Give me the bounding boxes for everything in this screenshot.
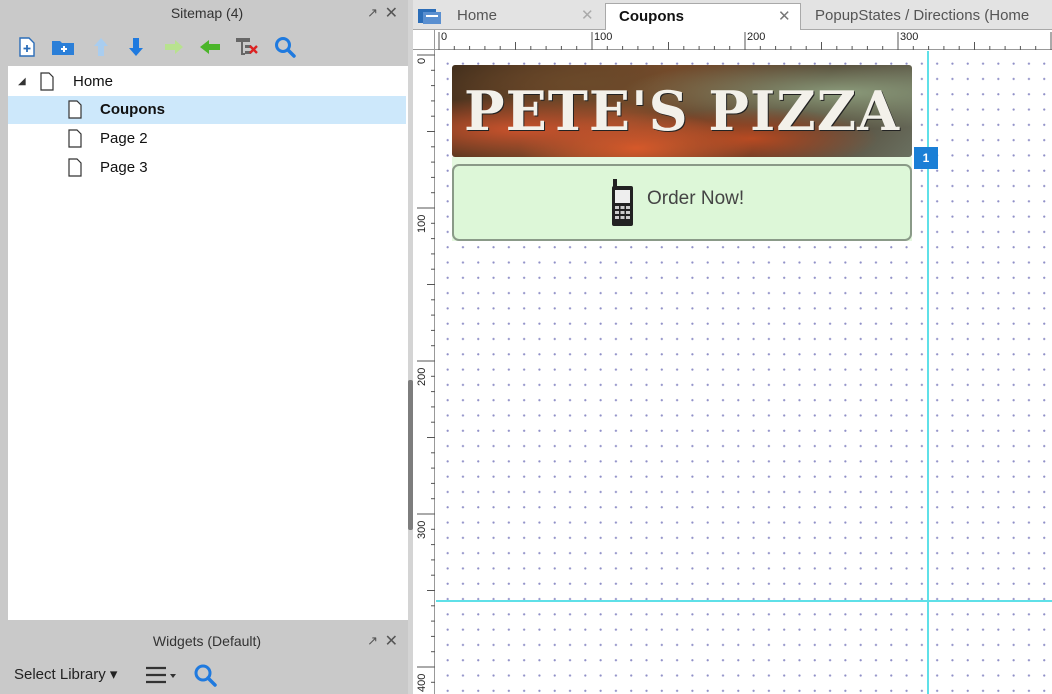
add-page-icon[interactable]: [14, 34, 40, 60]
tree-item-label: Coupons: [100, 101, 165, 118]
sitemap-title: Sitemap (4): [170, 5, 244, 21]
outdent-icon[interactable]: [197, 34, 223, 60]
tab-label: Home: [457, 7, 498, 24]
tree-item-home[interactable]: ◢ Home: [8, 68, 406, 96]
expand-triangle-icon[interactable]: ◢: [18, 76, 26, 87]
horizontal-ruler: 0 100 200 300: [435, 30, 1052, 50]
tree-item-label: Home: [73, 73, 114, 90]
horizontal-guide[interactable]: [436, 600, 1052, 602]
ruler-label: 400: [416, 673, 428, 692]
pin-icon[interactable]: ↗: [367, 5, 378, 21]
vertical-ruler: 0 100 200 300 400: [413, 50, 435, 694]
close-icon[interactable]: ✕: [581, 6, 594, 24]
ruler-label: 0: [416, 57, 428, 64]
close-icon[interactable]: ✕: [778, 7, 791, 25]
left-pane: Sitemap (4) ↗ ✕ ◢ Home Coupons Page 2 Pa…: [6, 0, 408, 694]
ruler-label: 0: [441, 31, 448, 43]
order-now-button[interactable]: Order Now!: [452, 164, 912, 241]
delete-icon[interactable]: [234, 34, 260, 60]
interaction-marker-badge[interactable]: 1: [914, 147, 938, 169]
close-icon[interactable]: ✕: [385, 631, 398, 651]
tree-item-page-3[interactable]: Page 3: [8, 154, 406, 182]
ruler-ticks: [438, 32, 1052, 50]
sitemap-toolbar: [6, 30, 408, 64]
design-area: Home ✕ Coupons ✕ PopupStates / Direction…: [413, 0, 1052, 694]
pin-icon[interactable]: ↗: [367, 633, 378, 649]
page-icon: [68, 100, 82, 119]
ruler-label: 100: [416, 214, 428, 233]
tab-popupstates-directions[interactable]: PopupStates / Directions (Home: [805, 3, 1052, 30]
ruler-label: 300: [900, 31, 919, 43]
search-icon[interactable]: [192, 662, 218, 688]
move-up-icon[interactable]: [88, 34, 114, 60]
order-now-label: Order Now!: [647, 188, 745, 209]
ruler-label: 300: [416, 520, 428, 539]
pizza-banner-image[interactable]: PETE'S PIZZA: [452, 65, 912, 157]
page-tab-bar: Home ✕ Coupons ✕ PopupStates / Direction…: [413, 0, 1052, 31]
tree-item-page-2[interactable]: Page 2: [8, 125, 406, 153]
move-down-icon[interactable]: [123, 34, 149, 60]
widgets-library-bar: Select Library ▾: [6, 656, 408, 692]
indent-icon[interactable]: [161, 34, 187, 60]
ruler-corner: [413, 30, 435, 50]
widgets-header: Widgets (Default) ↗ ✕: [6, 628, 408, 656]
page-icon: [68, 158, 82, 177]
tree-item-coupons[interactable]: Coupons: [8, 96, 406, 124]
page-icon: [68, 129, 82, 148]
page-canvas[interactable]: PETE'S PIZZA Order Now! 1: [436, 51, 1052, 694]
page-icon: [40, 72, 54, 91]
tab-label: PopupStates / Directions (Home: [815, 7, 1030, 24]
banner-title: PETE'S PIZZA: [463, 79, 901, 143]
hamburger-menu-icon[interactable]: [144, 664, 178, 686]
search-icon[interactable]: [272, 34, 298, 60]
tab-label: Coupons: [619, 8, 684, 25]
tab-home[interactable]: Home ✕: [447, 3, 603, 30]
ruler-label: 200: [747, 31, 766, 43]
close-icon[interactable]: ✕: [385, 3, 398, 23]
select-library-dropdown[interactable]: Select Library ▾: [14, 665, 117, 683]
select-library-label: Select Library: [14, 666, 106, 683]
tree-item-label: Page 3: [100, 159, 148, 176]
chevron-down-icon: ▾: [109, 666, 118, 683]
sitemap-tree: ◢ Home Coupons Page 2 Page 3: [8, 66, 408, 620]
tab-coupons[interactable]: Coupons ✕: [605, 3, 801, 31]
cell-phone-icon: [612, 179, 633, 226]
widgets-title: Widgets (Default): [152, 633, 262, 649]
ruler-label: 200: [416, 367, 428, 386]
ruler-label: 100: [594, 31, 613, 43]
sitemap-header: Sitemap (4) ↗ ✕: [6, 0, 408, 28]
axure-workspace: Sitemap (4) ↗ ✕ ◢ Home Coupons Page 2 Pa…: [0, 0, 1052, 694]
tree-item-label: Page 2: [100, 130, 148, 147]
tab-list-icon[interactable]: [417, 6, 443, 26]
add-folder-icon[interactable]: [50, 34, 76, 60]
